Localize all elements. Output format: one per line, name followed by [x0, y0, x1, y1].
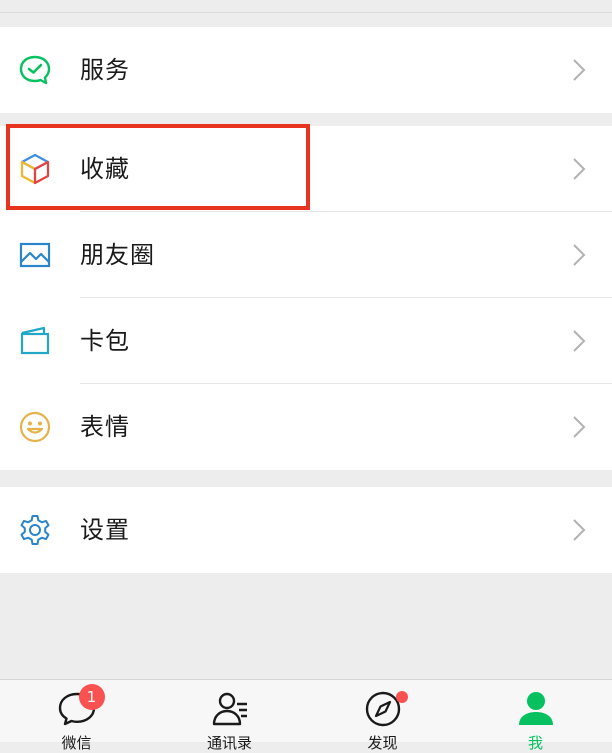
discover-compass-icon	[363, 688, 408, 728]
tab-chats[interactable]: 1 微信	[0, 680, 153, 752]
chevron-right-icon	[572, 329, 586, 353]
menu-item-settings[interactable]: 设置	[0, 487, 612, 573]
menu-label: 服务	[80, 56, 130, 84]
me-person-icon	[516, 688, 556, 728]
favorites-cube-icon	[18, 152, 52, 186]
notification-dot	[395, 691, 408, 703]
menu-label: 卡包	[80, 327, 130, 355]
service-icon	[18, 53, 52, 87]
menu-item-services[interactable]: 服务	[0, 27, 612, 113]
unread-badge: 1	[78, 684, 105, 710]
menu-item-favorites[interactable]: 收藏	[0, 126, 612, 212]
tab-label: 微信	[61, 734, 92, 752]
tab-me[interactable]: 我	[459, 680, 612, 752]
card-wallet-icon	[18, 324, 52, 358]
menu-item-card-wallet[interactable]: 卡包	[0, 298, 612, 384]
menu-group-settings: 设置	[0, 487, 612, 573]
menu-label: 朋友圈	[80, 241, 155, 269]
menu-label: 表情	[80, 413, 130, 441]
settings-gear-icon	[18, 513, 52, 547]
chevron-right-icon	[572, 518, 586, 542]
contacts-icon	[210, 688, 250, 728]
menu-label: 收藏	[80, 155, 130, 183]
menu-group-main: 收藏 朋友圈 卡包 表情	[0, 126, 612, 470]
menu-item-moments[interactable]: 朋友圈	[0, 212, 612, 298]
menu-item-stickers[interactable]: 表情	[0, 384, 612, 470]
chevron-right-icon	[572, 415, 586, 439]
chevron-right-icon	[572, 243, 586, 267]
bottom-tab-bar: 1 微信 通讯录 发现 我	[0, 679, 612, 752]
menu-group-services: 服务	[0, 27, 612, 113]
top-separator	[0, 0, 612, 13]
chevron-right-icon	[572, 157, 586, 181]
sticker-smiley-icon	[18, 410, 52, 444]
tab-discover[interactable]: 发现	[306, 680, 459, 752]
tab-label: 发现	[367, 734, 398, 752]
chat-bubble-icon: 1	[57, 684, 105, 728]
moments-image-icon	[18, 238, 52, 272]
menu-label: 设置	[80, 516, 130, 544]
tab-label: 我	[527, 734, 543, 752]
tab-label: 通讯录	[206, 734, 252, 752]
tab-contacts[interactable]: 通讯录	[153, 680, 306, 752]
chevron-right-icon	[572, 58, 586, 82]
